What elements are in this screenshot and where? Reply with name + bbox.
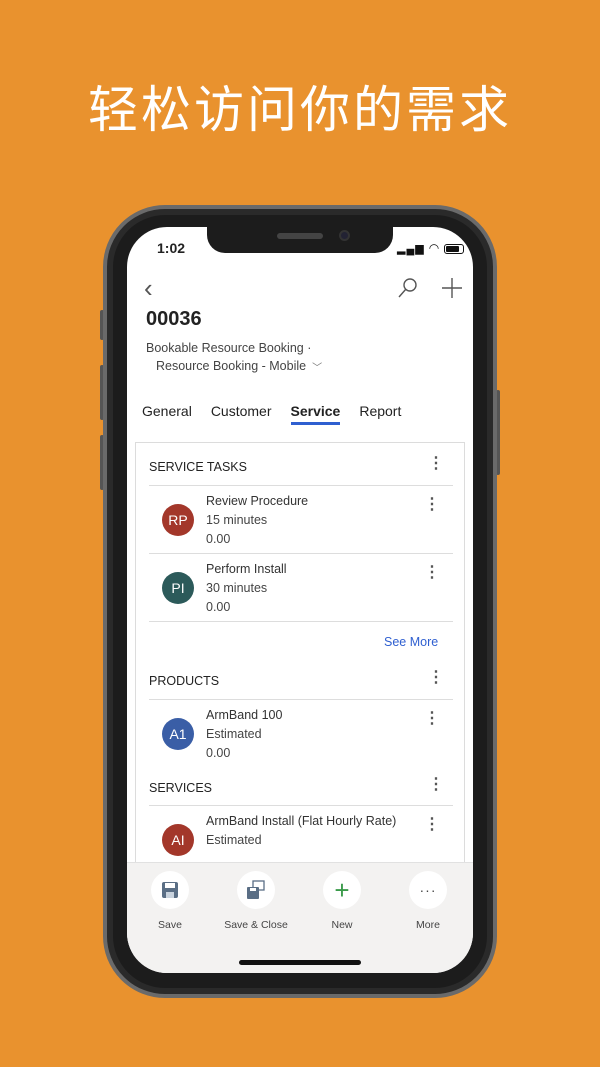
item-value: 0.00 — [206, 532, 231, 546]
speaker — [277, 233, 323, 239]
save-label: Save — [158, 919, 182, 931]
section-more-icon[interactable]: ⋮ — [428, 456, 444, 472]
command-bar: Save Save & Close + New ··· More — [127, 862, 473, 973]
item-duration: 30 minutes — [206, 581, 268, 595]
avatar: RP — [162, 504, 194, 536]
item-value: 0.00 — [206, 746, 231, 760]
headline: 轻松访问你的需求 — [88, 81, 512, 139]
notch — [207, 227, 393, 253]
section-more-icon[interactable]: ⋮ — [428, 777, 444, 793]
signal-wifi-battery-icons: ▂▄▆ ◠ — [397, 241, 465, 255]
item-more-icon[interactable]: ⋮ — [424, 497, 440, 513]
add-icon[interactable] — [441, 277, 463, 299]
save-close-icon — [237, 871, 275, 909]
home-indicator[interactable] — [239, 960, 361, 965]
tab-customer[interactable]: Customer — [211, 403, 272, 425]
list-item[interactable]: A1 ArmBand 100 Estimated 0.00 ⋮ — [149, 700, 453, 768]
item-more-icon[interactable]: ⋮ — [424, 817, 440, 833]
more-icon: ··· — [409, 871, 447, 909]
section-title-service-tasks: SERVICE TASKS — [149, 460, 247, 474]
tab-report[interactable]: Report — [359, 403, 401, 425]
signal-icon: ▂▄▆ — [397, 243, 425, 255]
save-close-label: Save & Close — [224, 919, 288, 931]
avatar: AI — [162, 824, 194, 856]
form-selector[interactable]: Resource Booking - Mobile ﹀ — [156, 359, 322, 374]
phone-screen: 1:02 ▂▄▆ ◠ ‹ 00036 Bookable Resource Boo… — [127, 227, 473, 973]
battery-icon — [444, 244, 465, 255]
record-title: 00036 — [146, 308, 202, 330]
search-icon[interactable] — [397, 277, 419, 299]
tab-bar: General Customer Service Report — [142, 403, 401, 425]
plus-icon: + — [323, 871, 361, 909]
status-time: 1:02 — [157, 240, 186, 256]
more-button[interactable]: ··· More — [383, 871, 473, 931]
form-name: Resource Booking - Mobile — [156, 359, 307, 373]
list-item[interactable]: RP Review Procedure 15 minutes 0.00 ⋮ — [149, 486, 453, 554]
item-duration: 15 minutes — [206, 513, 268, 527]
camera — [339, 230, 350, 241]
item-status: Estimated — [206, 727, 262, 741]
see-more-link[interactable]: See More — [384, 635, 438, 649]
section-more-icon[interactable]: ⋮ — [428, 670, 444, 686]
new-button[interactable]: + New — [297, 871, 387, 931]
save-close-button[interactable]: Save & Close — [211, 871, 301, 931]
divider — [149, 621, 453, 622]
wifi-icon: ◠ — [428, 241, 441, 255]
entity-name: Bookable Resource Booking · — [146, 341, 312, 355]
section-title-products: PRODUCTS — [149, 674, 220, 688]
item-more-icon[interactable]: ⋮ — [424, 565, 440, 581]
chevron-down-icon: ﹀ — [312, 363, 323, 374]
tab-general[interactable]: General — [142, 403, 192, 425]
avatar: A1 — [162, 718, 194, 750]
new-label: New — [331, 919, 353, 931]
item-more-icon[interactable]: ⋮ — [424, 711, 440, 727]
section-title-services: SERVICES — [149, 781, 212, 795]
back-icon[interactable]: ‹ — [144, 273, 153, 304]
item-status: Estimated — [206, 833, 262, 847]
item-name: Review Procedure — [206, 494, 309, 508]
avatar: PI — [162, 572, 194, 604]
save-button[interactable]: Save — [127, 871, 215, 931]
list-item[interactable]: PI Perform Install 30 minutes 0.00 ⋮ — [149, 554, 453, 622]
tab-service[interactable]: Service — [290, 403, 341, 425]
item-name: ArmBand Install (Flat Hourly Rate) — [206, 814, 397, 828]
item-value: 0.00 — [206, 600, 231, 614]
item-name: Perform Install — [206, 562, 287, 576]
save-icon — [151, 871, 189, 909]
more-label: More — [416, 919, 440, 931]
item-name: ArmBand 100 — [206, 708, 283, 722]
service-card: SERVICE TASKS ⋮ RP Review Procedure 15 m… — [135, 442, 465, 872]
